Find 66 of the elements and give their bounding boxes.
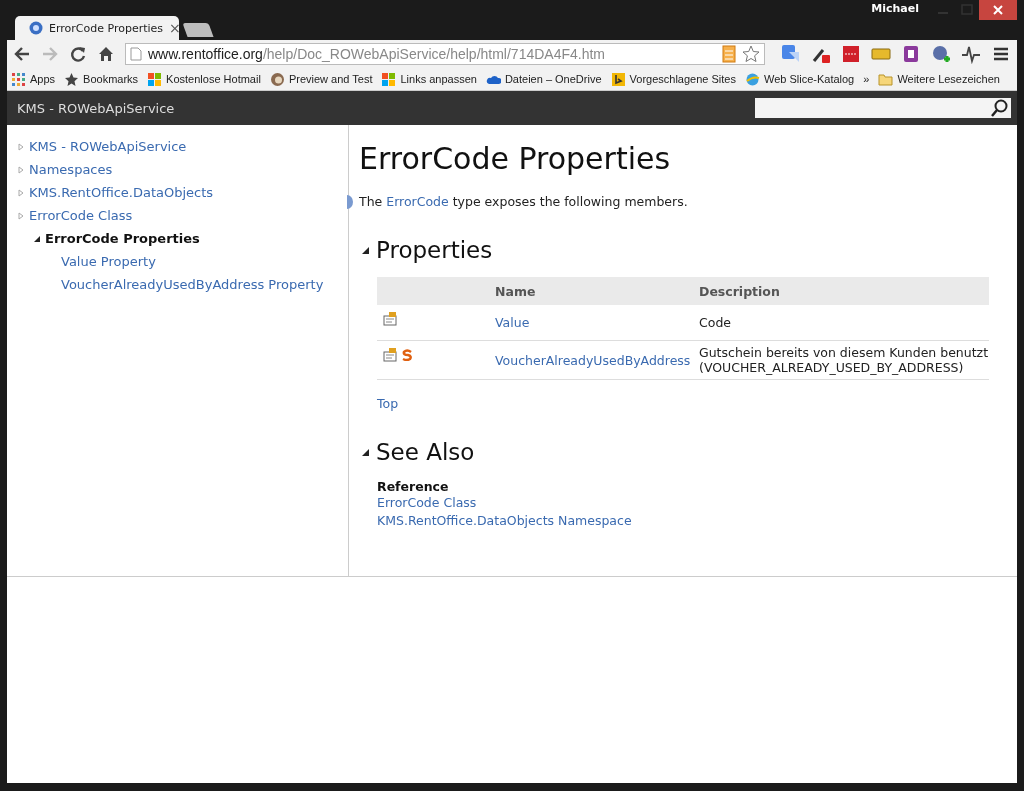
back-icon[interactable] xyxy=(13,45,31,63)
reference-link[interactable]: KMS.RentOffice.DataObjects Namespace xyxy=(377,512,989,530)
bookmark-item[interactable]: Bookmarks xyxy=(64,71,139,87)
section-heading[interactable]: Properties xyxy=(376,237,493,263)
bookmark-item[interactable]: Vorgeschlagene Sites xyxy=(610,71,736,87)
bookmark-item[interactable]: Dateien – OneDrive xyxy=(485,71,602,87)
tree-item[interactable]: KMS.RentOffice.DataObjects xyxy=(29,185,214,200)
intro-text: The ErrorCode type exposes the following members. xyxy=(359,194,688,209)
apps-grid-icon xyxy=(11,71,26,87)
tree-item[interactable]: KMS - ROWebApiService xyxy=(29,139,187,154)
folder-icon xyxy=(878,71,894,87)
reference-heading: Reference xyxy=(377,479,450,494)
property-icon xyxy=(383,348,397,362)
profile-name[interactable]: Michael xyxy=(871,2,919,15)
bookmark-icon xyxy=(610,71,626,87)
top-link[interactable]: Top xyxy=(377,396,399,411)
search-icon[interactable] xyxy=(991,99,1009,117)
bookmark-item[interactable]: Weitere Lesezeichen xyxy=(878,71,1000,87)
close-tab-button[interactable]: × xyxy=(169,20,181,36)
bookmark-item[interactable]: Preview and Test xyxy=(269,71,373,87)
home-icon[interactable] xyxy=(97,45,115,63)
browser-tab[interactable]: ErrorCode Properties × xyxy=(15,16,179,40)
star-icon[interactable] xyxy=(742,45,760,63)
pulse-icon[interactable] xyxy=(961,44,981,64)
property-link[interactable]: Value xyxy=(495,315,699,330)
search-field[interactable] xyxy=(755,98,1011,118)
section-heading[interactable]: See Also xyxy=(376,439,475,465)
collapse-pane-icon[interactable] xyxy=(347,194,353,209)
url-text: www.rentoffice.org/help/Doc_ROWebApiService/help/html/714DA4F4.htm xyxy=(148,46,607,62)
close-window-button[interactable] xyxy=(979,0,1017,20)
help-icon xyxy=(29,21,43,35)
tree-item[interactable]: Namespaces xyxy=(29,162,113,177)
bookmark-item[interactable]: » xyxy=(863,73,870,85)
reload-icon[interactable] xyxy=(69,45,87,63)
bookmark-item[interactable]: Apps xyxy=(11,71,56,87)
tiles-icon xyxy=(147,71,163,87)
tab-title: ErrorCode Properties xyxy=(49,21,164,35)
table-cell-text: Code xyxy=(699,315,732,330)
site-title: KMS - ROWebApiService xyxy=(17,100,175,116)
column-header: Description xyxy=(699,283,781,299)
property-icon xyxy=(383,312,397,326)
address-bar[interactable]: www.rentoffice.org/help/Doc_ROWebApiService/help/html/714DA4F4.htm xyxy=(125,43,765,65)
close-icon xyxy=(993,5,1003,15)
tiles-icon xyxy=(381,71,397,87)
property-link[interactable]: VoucherAlreadyUsedByAddress xyxy=(495,352,699,368)
tree-item[interactable]: ErrorCode Properties xyxy=(45,231,200,246)
column-header: Name xyxy=(495,283,537,299)
tree-item[interactable]: Value Property xyxy=(61,254,156,269)
bookmark-item[interactable]: Links anpassen xyxy=(381,71,477,87)
tree-item[interactable]: ErrorCode Class xyxy=(29,208,133,223)
expanded-arrow-icon[interactable] xyxy=(361,447,370,457)
expanded-arrow-icon[interactable] xyxy=(33,234,41,243)
new-tab-button[interactable] xyxy=(182,23,214,37)
globe-icon xyxy=(744,71,760,87)
reference-link[interactable]: ErrorCode Class xyxy=(377,494,989,512)
star-icon xyxy=(64,71,80,87)
page-title: ErrorCode Properties xyxy=(359,141,672,176)
round-icon xyxy=(269,71,285,87)
translate-icon[interactable] xyxy=(781,44,801,64)
bookmark-item[interactable]: Web Slice-Katalog xyxy=(744,71,855,87)
expanded-arrow-icon[interactable] xyxy=(361,245,370,255)
table-cell: Gutschein bereits von diesem Kunden benutzt (VOUCHER_ALREADY_USED_BY_ADDRESS) xyxy=(699,345,989,375)
type-link[interactable]: ErrorCode xyxy=(386,194,449,209)
page-icon xyxy=(130,47,142,61)
tree-item[interactable]: VoucherAlreadyUsedByAddress Property xyxy=(61,277,324,292)
bookmark-item[interactable]: Kostenlose Hotmail xyxy=(147,71,261,87)
